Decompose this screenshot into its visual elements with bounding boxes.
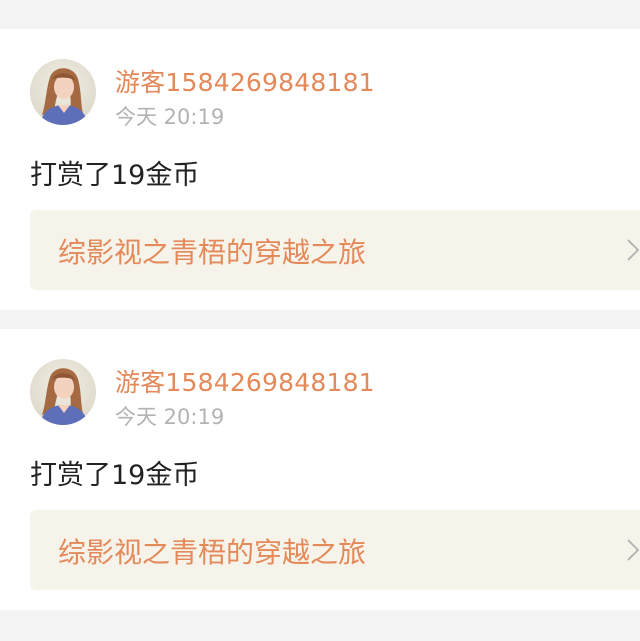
- chevron-right-icon: [627, 239, 640, 261]
- reward-message: 打赏了19金币: [30, 160, 200, 191]
- avatar-photo-icon: [30, 59, 96, 125]
- book-link[interactable]: 综影视之青梧的穿越之旅: [30, 510, 640, 590]
- book-link[interactable]: 综影视之青梧的穿越之旅: [30, 210, 640, 290]
- username[interactable]: 游客1584269848181: [115, 363, 375, 399]
- book-title: 综影视之青梧的穿越之旅: [58, 536, 367, 569]
- reward-card: 游客1584269848181 今天 20:19 打赏了19金币 综影视之青梧的…: [0, 329, 640, 610]
- username[interactable]: 游客1584269848181: [115, 63, 375, 99]
- timestamp: 今天 20:19: [115, 105, 225, 129]
- card-separator: [0, 310, 640, 329]
- user-avatar[interactable]: [30, 59, 96, 125]
- chevron-right-icon: [627, 539, 640, 561]
- card-separator: [0, 610, 640, 629]
- reward-message: 打赏了19金币: [30, 460, 200, 491]
- book-title: 综影视之青梧的穿越之旅: [58, 236, 367, 269]
- user-avatar[interactable]: [30, 359, 96, 425]
- avatar-photo-icon: [30, 359, 96, 425]
- timestamp: 今天 20:19: [115, 405, 225, 429]
- reward-card: 游客1584269848181 今天 20:19 打赏了19金币 综影视之青梧的…: [0, 29, 640, 310]
- feed-top-spacer: [0, 0, 640, 29]
- reward-feed: 游客1584269848181 今天 20:19 打赏了19金币 综影视之青梧的…: [0, 0, 640, 641]
